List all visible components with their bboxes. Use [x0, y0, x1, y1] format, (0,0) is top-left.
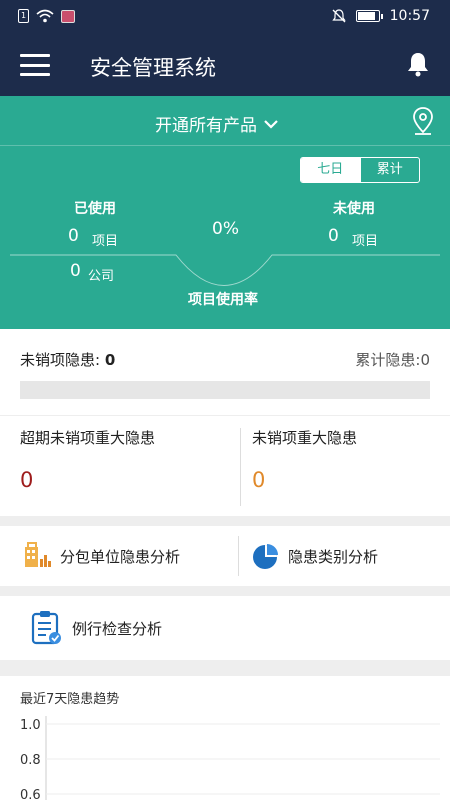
y-tick-label: 0.8 [20, 753, 41, 768]
page-title: 安全管理系统 [90, 56, 216, 80]
tab-seven-days[interactable]: 七日 [301, 158, 360, 182]
menu-icon [20, 54, 50, 57]
usage-rate-label: 项目使用率 [188, 292, 258, 308]
menu-button[interactable] [20, 54, 50, 76]
mute-icon [331, 9, 346, 23]
tab-cumulative[interactable]: 累计 [359, 158, 420, 182]
open-hazards-count: 0 [104, 351, 116, 369]
usage-panel: 开通所有产品 七日 累计 已使用 0 项目 0 公司 未使用 0 项目 0% 项… [0, 96, 450, 329]
used-label: 已使用 [74, 201, 116, 217]
overdue-major-hazards[interactable]: 超期未销项重大隐患 0 [0, 416, 240, 516]
routine-analysis-label: 例行检查分析 [72, 619, 163, 638]
status-bar: 1 10:57 [0, 0, 450, 34]
category-analysis-label: 隐患类别分析 [288, 547, 379, 566]
major-hazards-card: 超期未销项重大隐患 0 未销项重大隐患 0 [0, 416, 450, 516]
total-hazards: 累计隐患:0 [355, 351, 430, 369]
app-bar: 安全管理系统 [0, 34, 450, 96]
trend-chart: 1.0 0.8 0.6 [20, 716, 440, 800]
overdue-major-count: 0 [20, 468, 34, 492]
usage-gauge [10, 254, 440, 286]
period-toggle: 七日 累计 [300, 157, 420, 183]
trend-card: 最近7天隐患趋势 1.0 0.8 0.6 [0, 676, 450, 800]
open-hazards: 未销项隐患: 0 [20, 351, 116, 369]
open-major-title: 未销项重大隐患 [252, 429, 358, 447]
usage-rate-value: 0% [212, 219, 239, 239]
hazard-progress-bar [20, 381, 430, 399]
overdue-major-title: 超期未销项重大隐患 [20, 429, 156, 447]
y-tick-label: 0.6 [20, 788, 41, 800]
product-select-label: 开通所有产品 [155, 116, 257, 136]
clipboard-check-icon [31, 611, 61, 645]
location-pin-icon[interactable] [410, 106, 436, 136]
battery-icon [355, 10, 383, 22]
product-select[interactable]: 开通所有产品 [155, 111, 279, 136]
analysis-shortcuts: 分包单位隐患分析 隐患类别分析 [0, 526, 450, 586]
unused-label: 未使用 [333, 201, 375, 217]
chevron-down-icon [264, 119, 278, 129]
y-tick-label: 1.0 [20, 718, 41, 733]
open-major-count: 0 [252, 468, 266, 492]
status-time: 10:57 [389, 8, 430, 24]
wifi-icon [36, 9, 54, 23]
building-chart-icon [25, 542, 51, 567]
routine-analysis-button[interactable]: 例行检查分析 [30, 596, 162, 660]
hazard-summary-card: 未销项隐患: 0 累计隐患:0 [0, 329, 450, 415]
app-notification-icon [61, 9, 75, 23]
subcontractor-analysis-label: 分包单位隐患分析 [60, 547, 181, 566]
open-major-hazards[interactable]: 未销项重大隐患 0 [241, 416, 450, 516]
sim-icon: 1 [18, 9, 29, 23]
bell-icon[interactable] [404, 50, 432, 78]
subcontractor-analysis-button[interactable]: 分包单位隐患分析 [22, 526, 180, 586]
total-hazards-count: 0 [420, 351, 430, 369]
divider [238, 536, 239, 576]
pie-chart-icon [253, 544, 278, 569]
product-row: 开通所有产品 [0, 96, 450, 146]
category-analysis-button[interactable]: 隐患类别分析 [250, 526, 378, 586]
routine-inspection-card: 例行检查分析 [0, 596, 450, 660]
